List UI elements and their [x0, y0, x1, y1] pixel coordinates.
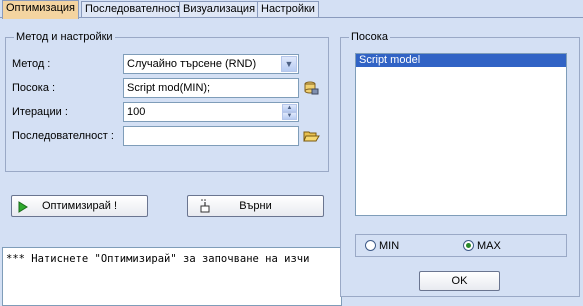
direction-field-value: Script mod(MIN); — [127, 82, 211, 94]
min-max-radio-group: MIN MAX — [355, 234, 567, 257]
list-item-label: Script model — [359, 54, 421, 66]
ok-button-label: OK — [451, 275, 468, 287]
direction-label: Посока : — [12, 82, 56, 94]
method-select[interactable]: Случайно търсене (RND) ▼ — [123, 54, 299, 74]
iterations-label: Итерации : — [12, 106, 68, 118]
iterations-value: 100 — [127, 106, 146, 118]
radio-min-label: MIN — [379, 240, 400, 252]
tab-visualization[interactable]: Визуализация — [179, 1, 260, 18]
ok-button[interactable]: OK — [419, 271, 500, 291]
model-list[interactable]: Script model — [355, 53, 567, 216]
direction-group: Посока Script model MIN MAX OK — [340, 31, 580, 297]
database-icon[interactable] — [303, 80, 319, 96]
radio-max-label: MAX — [477, 240, 501, 252]
log-text: *** Натиснете "Оптимизирай" за започване… — [6, 253, 310, 265]
method-label: Метод : — [12, 58, 51, 70]
iterations-stepper[interactable]: 100 ▲ ▼ — [123, 102, 299, 122]
chevron-down-icon[interactable]: ▼ — [281, 56, 297, 72]
spin-down-icon[interactable]: ▼ — [282, 112, 297, 120]
revert-button-label: Върни — [239, 200, 272, 212]
sequence-field[interactable] — [123, 126, 299, 146]
optimize-button[interactable]: Оптимизирай ! — [11, 195, 148, 217]
direction-group-title: Посока — [349, 31, 390, 43]
method-select-value: Случайно търсене (RND) — [127, 58, 257, 70]
tab-settings[interactable]: Настройки — [257, 1, 319, 18]
tab-sequence[interactable]: Последователност — [81, 1, 185, 18]
method-settings-group: Метод и настройки Метод : Случайно търсе… — [5, 31, 329, 172]
radio-max[interactable] — [463, 240, 474, 251]
revert-icon — [198, 198, 212, 214]
tab-optimization[interactable]: Оптимизация — [2, 0, 79, 19]
revert-button[interactable]: Върни — [187, 195, 324, 217]
list-item[interactable]: Script model — [356, 54, 566, 67]
log-output[interactable]: *** Натиснете "Оптимизирай" за започване… — [2, 247, 342, 306]
tab-bar: Оптимизация Последователност Визуализаци… — [0, 0, 583, 19]
method-settings-title: Метод и настройки — [14, 31, 115, 43]
direction-field[interactable]: Script mod(MIN); — [123, 78, 299, 98]
optimize-button-label: Оптимизирай ! — [41, 200, 118, 212]
sequence-label: Последователност : — [12, 130, 114, 142]
spin-buttons[interactable]: ▲ ▼ — [282, 104, 297, 120]
folder-open-icon[interactable] — [303, 128, 320, 144]
play-icon — [17, 200, 29, 213]
spin-up-icon[interactable]: ▲ — [282, 104, 297, 112]
radio-min[interactable] — [365, 240, 376, 251]
